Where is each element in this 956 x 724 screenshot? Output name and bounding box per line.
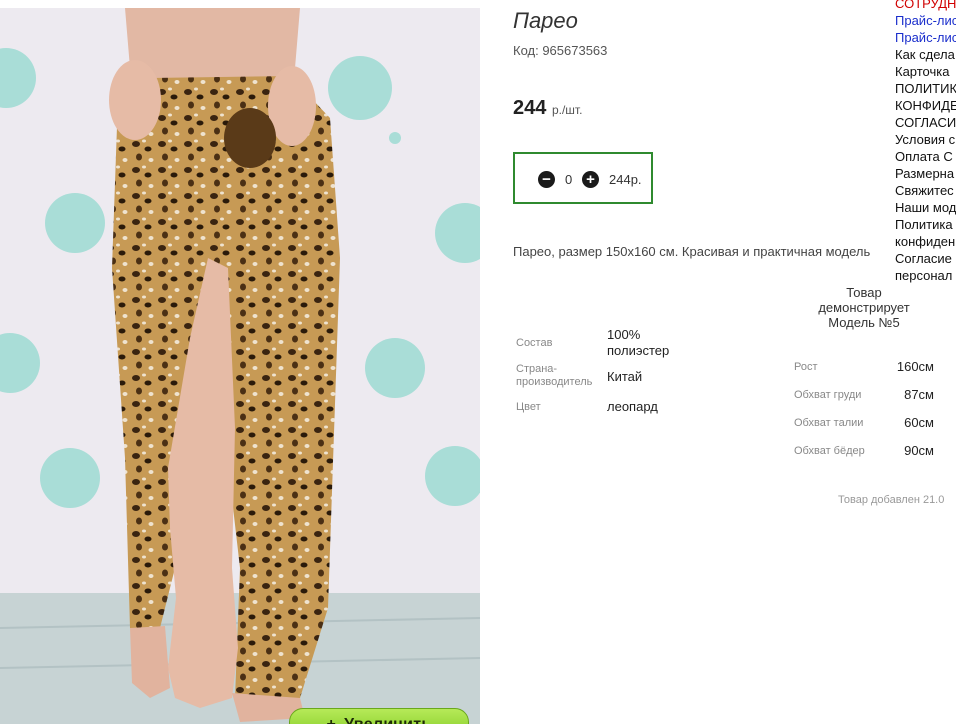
- zoom-button[interactable]: + Увеличить: [289, 708, 469, 724]
- product-description: Парео, размер 150х160 см. Красивая и пра…: [513, 244, 871, 259]
- spec-value-composition: 100% полиэстер: [607, 327, 670, 358]
- model-param-label: Рост: [794, 361, 818, 373]
- added-date: Товар добавлен 21.0: [838, 494, 945, 506]
- side-menu-item[interactable]: Наши мод: [895, 199, 956, 216]
- model-param-value: 87см: [904, 387, 934, 402]
- price-unit: р./шт.: [551, 103, 583, 117]
- product-image: [0, 8, 480, 724]
- model-param-value: 60см: [904, 415, 934, 430]
- plus-circle-icon[interactable]: +: [582, 171, 599, 188]
- spec-label-color: Цвет: [516, 401, 541, 413]
- zoom-button-label: Увеличить: [344, 716, 431, 724]
- quantity-stepper: − 0 + 244р.: [513, 152, 653, 204]
- side-menu: СОТРУДН Прайс-лис Прайс-лис Как сдела Ка…: [895, 0, 956, 284]
- side-menu-item[interactable]: Условия с: [895, 131, 956, 148]
- side-menu-item[interactable]: конфиден: [895, 233, 956, 250]
- spec-value-color: леопард: [607, 399, 658, 414]
- side-menu-item[interactable]: Политика: [895, 216, 956, 233]
- plus-icon: +: [326, 716, 336, 724]
- side-menu-item[interactable]: СОГЛАСИ: [895, 114, 956, 131]
- spec-value-country: Китай: [607, 369, 643, 384]
- side-menu-item[interactable]: Прайс-лис: [895, 29, 956, 46]
- side-menu-item[interactable]: ПОЛИТИК: [895, 80, 956, 97]
- side-menu-item[interactable]: Как сдела: [895, 46, 956, 63]
- product-code: Код: 965673563: [513, 43, 608, 58]
- side-menu-item[interactable]: Прайс-лис: [895, 12, 956, 29]
- model-param-label: Обхват бёдер: [794, 445, 865, 457]
- side-menu-item[interactable]: Карточка: [895, 63, 956, 80]
- spec-label-composition: Состав: [516, 337, 553, 349]
- side-menu-item[interactable]: Размерна: [895, 165, 956, 182]
- product-photo[interactable]: + Увеличить: [0, 8, 480, 724]
- model-param-label: Обхват талии: [794, 417, 864, 429]
- spec-label-country: Страна-производитель: [516, 363, 593, 388]
- side-menu-item[interactable]: СОТРУДН: [895, 0, 956, 12]
- side-menu-item[interactable]: КОНФИДЕ: [895, 97, 956, 114]
- quantity-value: 0: [565, 172, 573, 187]
- model-param-value: 160см: [896, 359, 934, 374]
- price-value: 244: [513, 97, 547, 119]
- minus-icon[interactable]: −: [538, 171, 555, 188]
- quantity-sum: 244р.: [609, 172, 642, 187]
- product-title: Парео: [513, 8, 578, 33]
- side-menu-item[interactable]: Оплата С: [895, 148, 956, 165]
- model-param-value: 90см: [904, 443, 934, 458]
- model-param-label: Обхват груди: [794, 389, 862, 401]
- side-menu-item[interactable]: Свяжитес: [895, 182, 956, 199]
- side-menu-item[interactable]: Согласие: [895, 250, 956, 267]
- side-menu-item[interactable]: персонал: [895, 267, 956, 284]
- model-heading: Товар демонстрирует Модель №5: [818, 285, 910, 330]
- product-price: 244 р./шт.: [513, 97, 582, 120]
